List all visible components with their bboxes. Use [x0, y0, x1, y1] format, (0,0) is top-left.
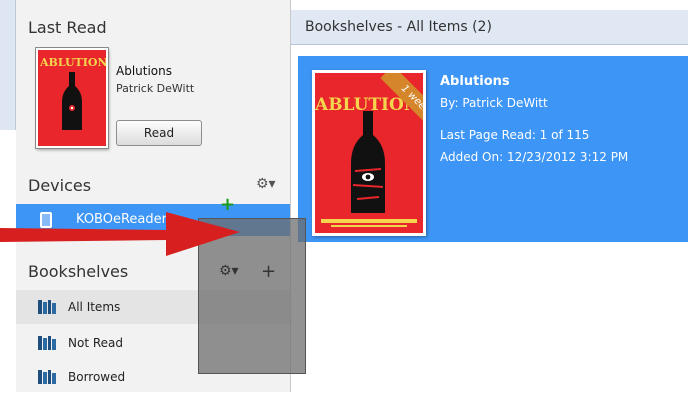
last-read-heading: Last Read	[28, 18, 107, 37]
last-read-cover-title: ABLUTIONS	[40, 56, 108, 69]
book-cover[interactable]: ABLUTIONS 1 week	[312, 70, 426, 236]
bookshelf-icon	[38, 370, 56, 384]
cover-author-band-icon	[321, 219, 417, 227]
read-button[interactable]: Read	[116, 120, 202, 146]
red-arrow-icon	[0, 212, 240, 256]
last-read-title: Ablutions	[116, 64, 173, 78]
bottle-illustration-icon	[62, 72, 82, 130]
bottle-illustration-icon	[351, 111, 385, 213]
book-author: By: Patrick DeWitt	[440, 96, 548, 110]
background-window-edge	[0, 0, 16, 130]
shelf-label: Borrowed	[68, 370, 126, 384]
book-card-ablutions[interactable]: ABLUTIONS 1 week Ablutions By: Patrick D…	[298, 56, 688, 242]
book-last-page: Last Page Read: 1 of 115	[440, 128, 590, 142]
page-title: Bookshelves - All Items (2)	[305, 19, 492, 35]
add-bookshelf-plus-icon: +	[261, 261, 277, 282]
shelf-label: Not Read	[68, 336, 123, 350]
devices-gear-icon[interactable]: ⚙▾	[256, 176, 276, 192]
last-read-cover[interactable]: ABLUTIONS	[36, 48, 108, 148]
bookshelf-icon	[38, 300, 56, 314]
main-header: Bookshelves - All Items (2)	[291, 10, 688, 45]
devices-heading: Devices	[28, 176, 92, 195]
book-title: Ablutions	[440, 74, 510, 89]
book-added-on: Added On: 12/23/2012 3:12 PM	[440, 150, 629, 164]
last-read-author: Patrick DeWitt	[116, 82, 195, 95]
shelf-label: All Items	[68, 300, 121, 314]
bookshelf-icon	[38, 336, 56, 350]
